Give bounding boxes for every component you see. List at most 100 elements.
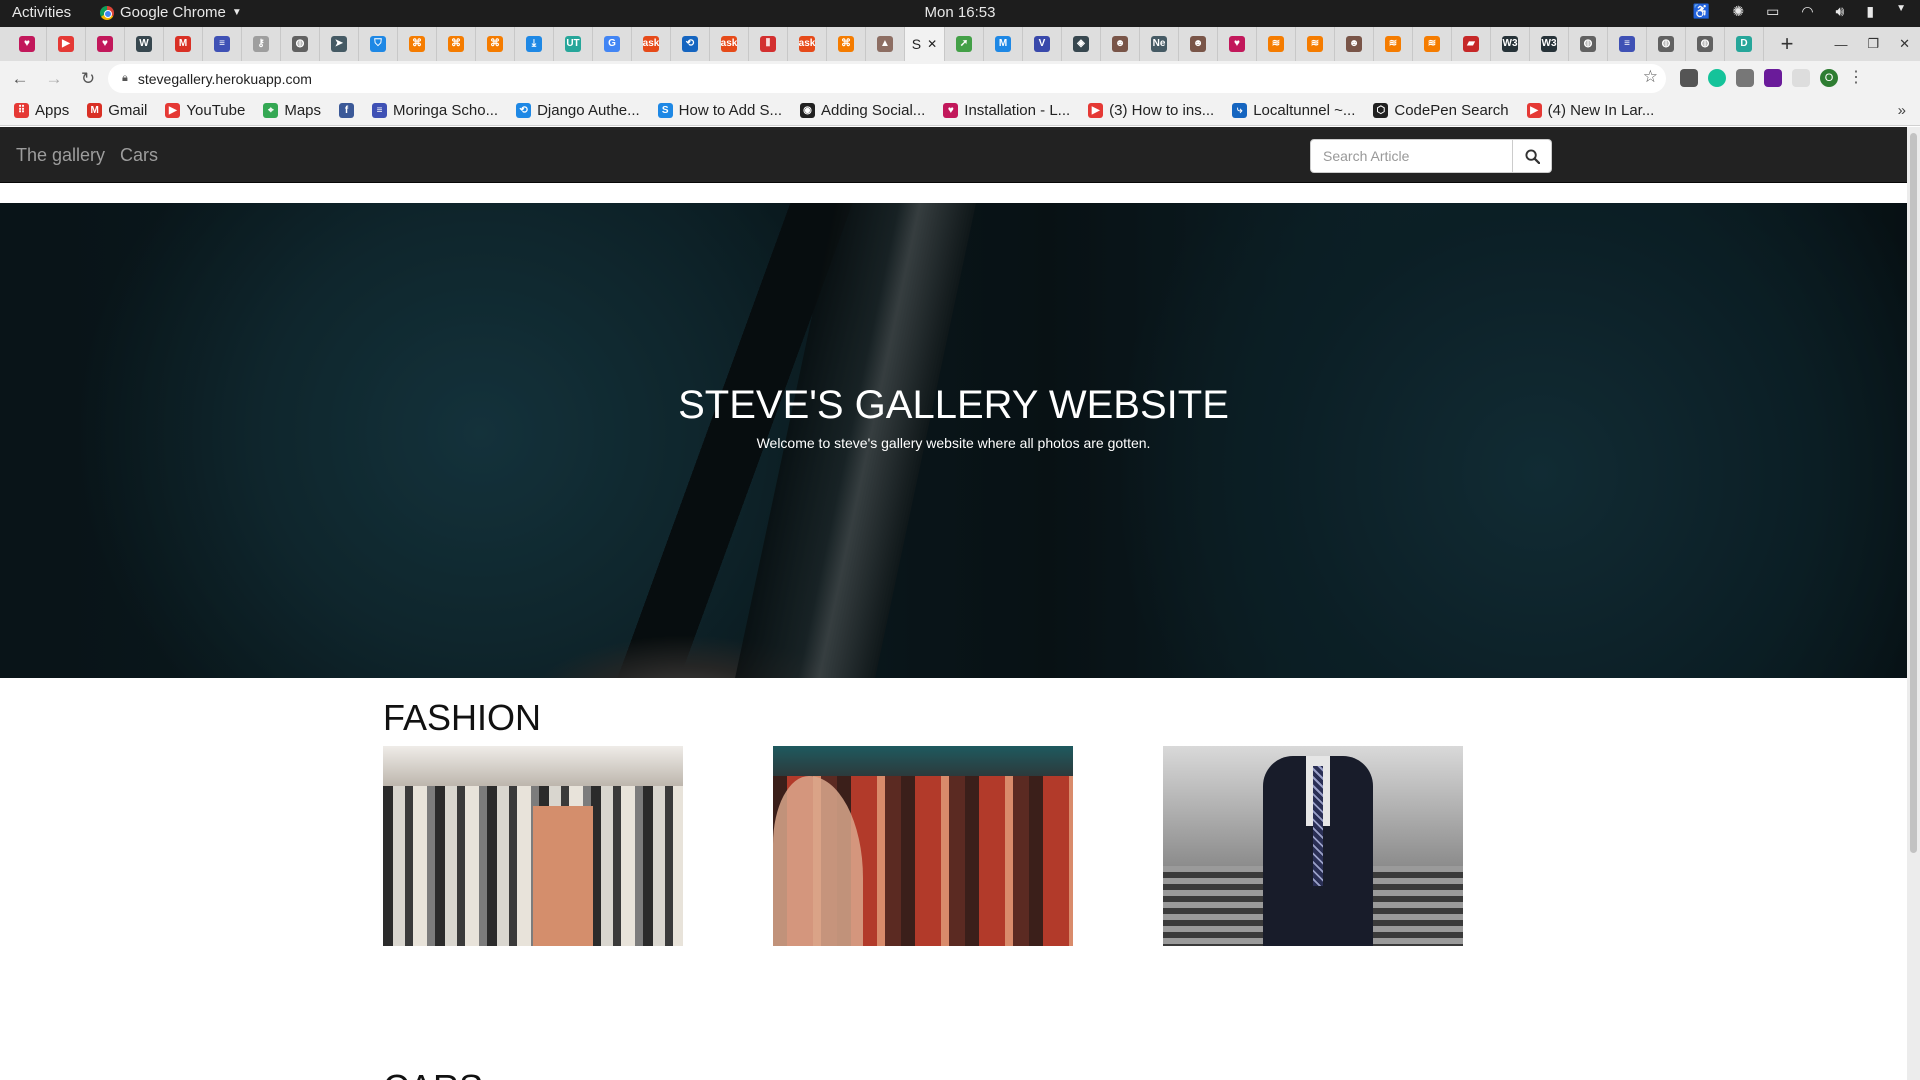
chrome-menu-icon[interactable]: ⋮	[1848, 69, 1864, 87]
back-icon[interactable]: ←	[6, 65, 34, 93]
volume-icon[interactable]: 🔊︎	[1836, 3, 1845, 20]
tab[interactable]: ≋	[1374, 27, 1413, 61]
navbar-brand[interactable]: The gallery	[16, 145, 105, 166]
bookmark-item[interactable]: ◉ Adding Social...	[800, 102, 925, 119]
tab[interactable]: W3	[1491, 27, 1530, 61]
tab[interactable]: ≋	[1296, 27, 1335, 61]
lock-icon[interactable]: 🔒︎	[122, 72, 128, 85]
bookmark-item[interactable]: ▶ (3) How to ins...	[1088, 102, 1214, 119]
tab[interactable]: ⚷	[242, 27, 281, 61]
tab[interactable]: ⛉	[359, 27, 398, 61]
gallery-image[interactable]	[773, 746, 1073, 946]
close-window-icon[interactable]: ✕	[1899, 36, 1910, 52]
extension-icon[interactable]	[1680, 69, 1698, 87]
gallery-image[interactable]	[1163, 746, 1463, 946]
tab[interactable]: ➚	[945, 27, 984, 61]
tab[interactable]: ≡	[203, 27, 242, 61]
extension-icon[interactable]	[1736, 69, 1754, 87]
close-tab-icon[interactable]: ✕	[927, 37, 937, 51]
menu-arrow-icon[interactable]: ▼	[1896, 3, 1906, 20]
tab[interactable]: ⫴	[749, 27, 788, 61]
tab[interactable]: M	[164, 27, 203, 61]
tab[interactable]: Ne	[1140, 27, 1179, 61]
tab[interactable]: W3	[1530, 27, 1569, 61]
grammarly-icon[interactable]	[1708, 69, 1726, 87]
tab[interactable]: ≡	[1608, 27, 1647, 61]
tab[interactable]: ▰	[1452, 27, 1491, 61]
tab[interactable]: ≋	[1257, 27, 1296, 61]
activities-button[interactable]: Activities	[12, 4, 71, 21]
bookmark-item[interactable]: ♥ Installation - L...	[943, 102, 1070, 119]
new-tab-button[interactable]: +	[1770, 31, 1804, 57]
tab[interactable]: ask	[788, 27, 827, 61]
favicon-icon: ⛉	[370, 36, 386, 52]
bookmark-item[interactable]: ⠿ Apps	[14, 102, 69, 119]
tab[interactable]: M	[984, 27, 1023, 61]
bookmark-star-icon[interactable]: ☆	[1643, 67, 1658, 87]
nav-link-cars[interactable]: Cars	[120, 145, 158, 166]
tab[interactable]: ▶	[47, 27, 86, 61]
bookmark-item[interactable]: f	[339, 102, 355, 119]
minimize-icon[interactable]: —	[1834, 37, 1847, 52]
page-scrollbar[interactable]	[1907, 127, 1920, 1080]
tab[interactable]: ◍	[1569, 27, 1608, 61]
indicator-icon[interactable]: ✺	[1732, 3, 1744, 20]
bookmark-item[interactable]: ⬡ CodePen Search	[1373, 102, 1509, 119]
bookmark-item[interactable]: ▶ (4) New In Lar...	[1526, 102, 1654, 119]
tab[interactable]: ask	[710, 27, 749, 61]
search-button[interactable]	[1513, 139, 1552, 173]
tab[interactable]: ◈	[1062, 27, 1101, 61]
tab[interactable]: ⤓	[515, 27, 554, 61]
search-input[interactable]	[1310, 139, 1513, 173]
profile-avatar[interactable]: O	[1820, 69, 1838, 87]
tab[interactable]: ➤	[320, 27, 359, 61]
tab[interactable]: ⌘	[476, 27, 515, 61]
tab[interactable]: D	[1725, 27, 1764, 61]
tab[interactable]: ◍	[1686, 27, 1725, 61]
bookmark-item[interactable]: ▶ YouTube	[165, 102, 245, 119]
tab[interactable]: G	[593, 27, 632, 61]
tab[interactable]: ☻	[1335, 27, 1374, 61]
bookmark-item[interactable]: ⤷ Localtunnel ~...	[1232, 102, 1355, 119]
battery-icon[interactable]: ▮	[1866, 3, 1874, 20]
bookmark-item[interactable]: ⌖ Maps	[263, 102, 321, 119]
clock[interactable]: Mon 16:53	[925, 4, 996, 21]
tab[interactable]: ♥	[1218, 27, 1257, 61]
tab[interactable]: ◍	[1647, 27, 1686, 61]
extension-icon[interactable]	[1792, 69, 1810, 87]
system-tray[interactable]: ♿ ✺ ▭ ◠ 🔊︎ ▮ ▼	[1693, 3, 1906, 20]
tab[interactable]: W	[125, 27, 164, 61]
url-text[interactable]: stevegallery.herokuapp.com	[138, 71, 312, 87]
extension-icon[interactable]	[1764, 69, 1782, 87]
wifi-icon[interactable]: ◠	[1801, 3, 1813, 20]
app-menu[interactable]: Google Chrome ▼	[100, 4, 242, 21]
tab[interactable]: ⌘	[437, 27, 476, 61]
screen-icon[interactable]: ▭	[1766, 3, 1779, 20]
tab[interactable]: ☻	[1179, 27, 1218, 61]
scrollbar-thumb[interactable]	[1910, 133, 1917, 853]
tab[interactable]: ◍	[281, 27, 320, 61]
tab[interactable]: ♥	[8, 27, 47, 61]
bookmarks-more-icon[interactable]: »	[1898, 102, 1906, 119]
tab[interactable]: ▲	[866, 27, 905, 61]
bookmark-item[interactable]: ⟲ Django Authe...	[516, 102, 640, 119]
tab[interactable]: ⌘	[398, 27, 437, 61]
gallery-image[interactable]	[383, 746, 683, 946]
bookmark-item[interactable]: S How to Add S...	[657, 102, 782, 119]
address-bar[interactable]: 🔒︎ stevegallery.herokuapp.com ☆	[108, 64, 1666, 93]
tab[interactable]: ⟲	[671, 27, 710, 61]
bookmark-item[interactable]: M Gmail	[87, 102, 147, 119]
forward-icon[interactable]: →	[40, 65, 68, 93]
bookmark-item[interactable]: ≡ Moringa Scho...	[372, 102, 498, 119]
accessibility-icon[interactable]: ♿	[1693, 3, 1710, 20]
tab[interactable]: ☻	[1101, 27, 1140, 61]
reload-icon[interactable]: ↻	[74, 65, 102, 93]
tab-active[interactable]: S ✕	[905, 27, 945, 61]
tab[interactable]: V	[1023, 27, 1062, 61]
tab[interactable]: UT	[554, 27, 593, 61]
maximize-icon[interactable]: ❐	[1867, 36, 1879, 52]
tab[interactable]: ask	[632, 27, 671, 61]
tab[interactable]: ⌘	[827, 27, 866, 61]
tab[interactable]: ♥	[86, 27, 125, 61]
tab[interactable]: ≋	[1413, 27, 1452, 61]
